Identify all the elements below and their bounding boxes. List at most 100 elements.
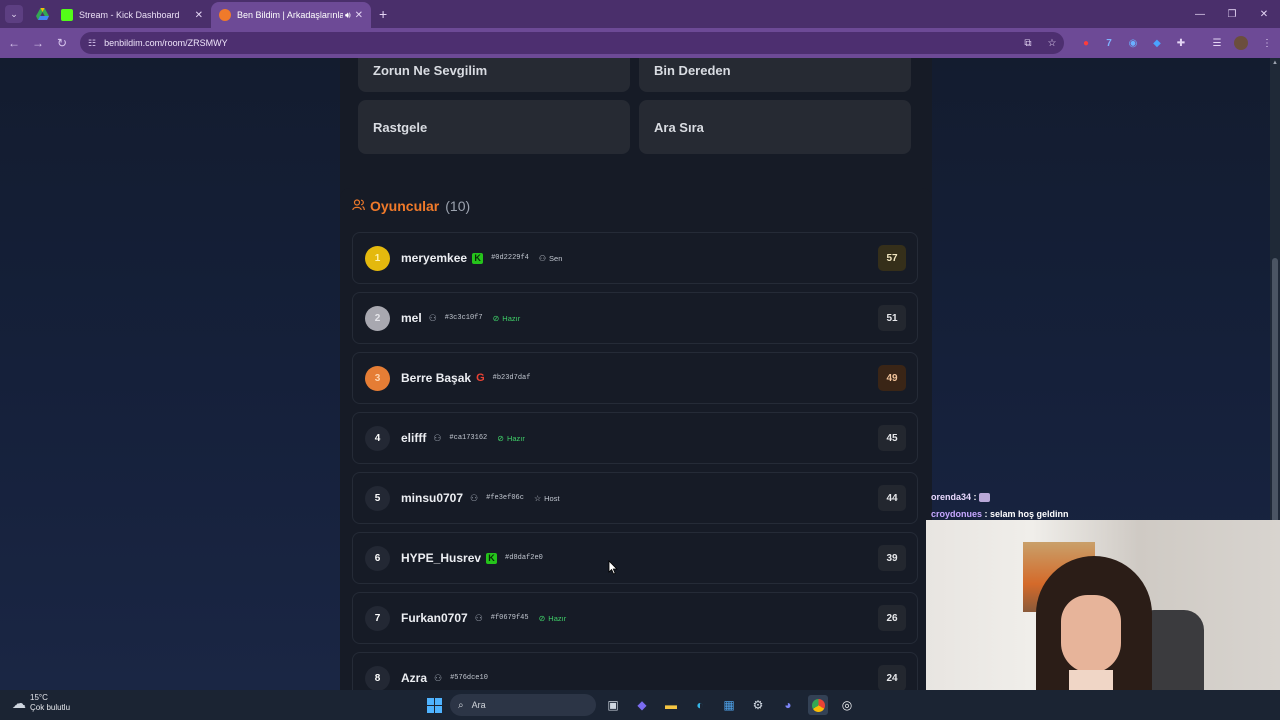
steam-icon[interactable]: ⚙ — [748, 695, 768, 715]
drive-icon — [35, 8, 49, 20]
emote-icon — [979, 493, 991, 503]
store-icon[interactable]: ▦ — [719, 695, 739, 715]
players-panel: Oyuncular (10) 1 meryemkee K #0d2229f4 ⚇… — [340, 188, 932, 690]
users-icon — [352, 198, 365, 214]
edge-icon[interactable]: ◐ — [690, 695, 710, 715]
player-name: elifff — [401, 431, 427, 445]
profile-avatar[interactable] — [1230, 32, 1252, 54]
player-score: 39 — [878, 545, 906, 571]
chat-text: selam hoş geldinn — [987, 509, 1069, 519]
player-id: #ca173162 — [449, 434, 488, 442]
player-id: #f0679f45 — [490, 614, 529, 622]
kick-icon: K — [472, 252, 484, 264]
player-row: 7 Furkan0707 ⚇ #f0679f45 ⊘ Hazır 26 — [352, 592, 918, 644]
window-controls: — ❐ ✕ — [1184, 0, 1280, 28]
player-score: 57 — [878, 245, 906, 271]
scroll-up-arrow-icon[interactable]: ▲ — [1270, 60, 1280, 70]
player-row: 6 HYPE_Husrev K #d8daf2e0 39 — [352, 532, 918, 584]
minimize-button[interactable]: — — [1184, 0, 1216, 28]
discord-icon[interactable]: ◕ — [778, 695, 798, 715]
chrome-icon[interactable] — [808, 695, 828, 715]
taskbar-search[interactable]: ⌕ Ara — [450, 694, 596, 716]
rank-badge: 3 — [365, 365, 390, 391]
player-name: mel — [401, 311, 422, 325]
task-view-icon[interactable]: ▣ — [603, 695, 623, 715]
obs-icon[interactable]: ◎ — [837, 695, 857, 715]
player-row: 8 Azra ⚇ #576dce10 24 — [352, 652, 918, 690]
player-id: #fe3ef06c — [486, 494, 524, 502]
browser-toolbar: ← → ↻ ☷ benbildim.com/room/ZRSMWY ⧉ ☆ ● … — [0, 28, 1280, 58]
weather-text: Çok bulutlu — [30, 703, 71, 712]
restore-button[interactable]: ❐ — [1216, 0, 1248, 28]
players-header: Oyuncular (10) — [352, 198, 470, 214]
tab-kick-dashboard[interactable]: Stream - Kick Dashboard ✕ — [53, 2, 211, 28]
forward-button[interactable]: → — [26, 36, 50, 50]
close-tab-icon[interactable]: ✕ — [195, 10, 203, 21]
cloud-icon: ☁ — [12, 694, 26, 711]
close-window-button[interactable]: ✕ — [1248, 0, 1280, 28]
tab-title: Ben Bildim | Arkadaşlarınla — [237, 10, 343, 20]
extension-shield-icon[interactable]: ◆ — [1146, 32, 1168, 54]
tab-title: Stream - Kick Dashboard — [79, 10, 180, 20]
category-button[interactable]: Zorun Ne Sevgilim — [358, 58, 630, 92]
kick-favicon-icon — [61, 9, 73, 21]
player-name: Azra — [401, 671, 428, 685]
weather-widget[interactable]: ☁ 15°C Çok bulutlu — [12, 693, 70, 713]
player-score: 51 — [878, 305, 906, 331]
reading-list-icon[interactable]: ☰ — [1206, 32, 1228, 54]
mouse-cursor-icon — [608, 560, 618, 575]
speaker-icon[interactable]: 🔊︎ — [345, 10, 351, 21]
check-circle-icon: ⊘ — [497, 433, 504, 443]
star-icon: ☆ — [533, 493, 542, 503]
status-text: Hazır — [502, 313, 521, 323]
player-name: meryemkee — [401, 251, 468, 265]
search-placeholder: Ara — [471, 700, 486, 710]
player-id: #576dce10 — [450, 674, 488, 682]
extension-record-icon[interactable]: ● — [1075, 32, 1097, 54]
player-name: HYPE_Husrev — [401, 551, 482, 565]
player-score: 24 — [878, 665, 906, 690]
extension-audio-icon[interactable]: ◉ — [1122, 32, 1144, 54]
player-row: 2 mel ⚇ #3c3c10f7 ⊘ Hazır 51 — [352, 292, 918, 344]
player-score: 49 — [878, 365, 906, 391]
streamer-face — [1061, 595, 1121, 673]
install-app-icon[interactable]: ⧉ — [1016, 38, 1040, 49]
player-id: #d8daf2e0 — [505, 554, 543, 562]
search-icon: ⌕ — [458, 699, 464, 711]
player-name: Berre Başak — [401, 371, 472, 385]
kick-icon: K — [486, 552, 498, 564]
user-icon: ⚇ — [434, 672, 443, 683]
benbildim-favicon-icon — [219, 9, 231, 21]
category-button[interactable]: Rastgele — [358, 100, 630, 154]
player-score: 44 — [878, 485, 906, 511]
player-id: #b23d7daf — [492, 374, 531, 382]
category-button[interactable]: Ara Sıra — [639, 100, 911, 154]
google-icon: G — [476, 372, 485, 384]
file-explorer-icon[interactable]: ▬ — [661, 695, 681, 715]
user-icon: ⚇ — [470, 492, 479, 503]
new-tab-button[interactable]: + — [379, 6, 387, 22]
bookmark-star-icon[interactable]: ☆ — [1040, 38, 1064, 49]
chat-separator: : — [971, 492, 977, 502]
browser-menu-icon[interactable]: ⋮ — [1256, 32, 1278, 54]
category-button[interactable]: Bin Dereden — [639, 58, 911, 92]
close-tab-icon[interactable]: ✕ — [355, 10, 363, 21]
tab-benbildim[interactable]: Ben Bildim | Arkadaşlarınla 🔊︎ ✕ — [211, 2, 371, 28]
player-score: 45 — [878, 425, 906, 451]
player-name: minsu0707 — [401, 491, 464, 505]
rank-badge: 4 — [365, 425, 390, 451]
reload-button[interactable]: ↻ — [50, 36, 74, 50]
address-bar[interactable]: ☷ benbildim.com/room/ZRSMWY ⧉ ☆ — [80, 32, 1064, 54]
player-row: 3 Berre Başak G #b23d7daf 49 — [352, 352, 918, 404]
player-status: ⊘ Hazır — [493, 314, 521, 323]
player-name: Furkan0707 — [401, 611, 468, 625]
windows-start-icon[interactable] — [424, 695, 444, 715]
tab-search-button[interactable]: ⌄ — [5, 5, 23, 23]
pinned-tab[interactable] — [31, 3, 53, 25]
extension-translate-icon[interactable]: 7 — [1098, 32, 1120, 54]
check-circle-icon: ⊘ — [538, 613, 546, 623]
site-info-icon[interactable]: ☷ — [88, 38, 96, 49]
back-button[interactable]: ← — [2, 36, 26, 50]
copilot-icon[interactable]: ◆ — [632, 695, 652, 715]
extensions-puzzle-icon[interactable]: ✚ — [1170, 32, 1192, 54]
